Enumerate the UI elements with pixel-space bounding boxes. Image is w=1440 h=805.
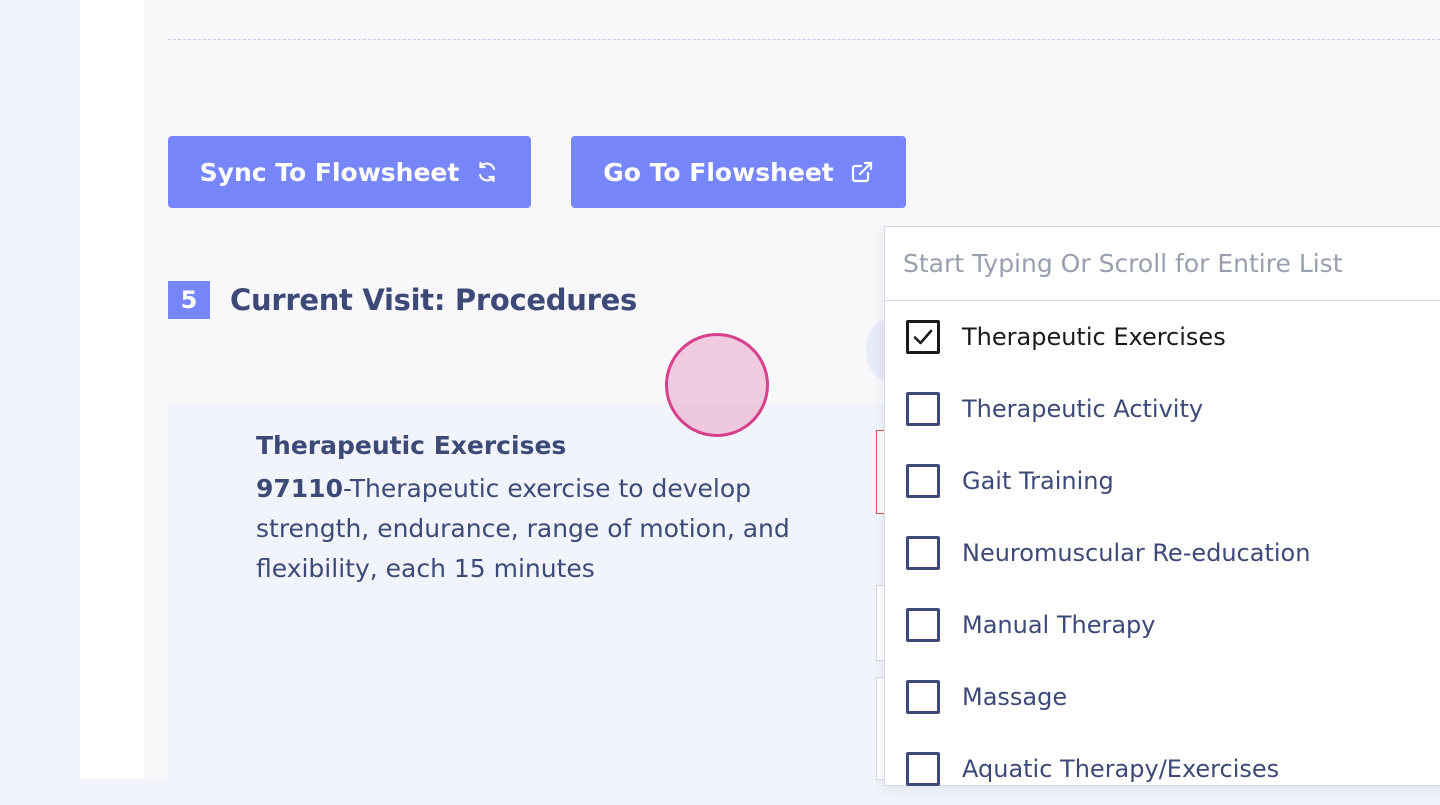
sidebar-gutter [80, 0, 144, 778]
checkbox[interactable] [906, 464, 940, 498]
step-number-badge: 5 [168, 281, 210, 319]
sync-button-label: Sync To Flowsheet [199, 157, 460, 187]
procedure-card: Therapeutic Exercises 97110-Therapeutic … [168, 403, 884, 778]
refresh-icon [475, 160, 499, 184]
option-label: Gait Training [962, 467, 1114, 495]
goto-button-label: Go To Flowsheet [603, 157, 834, 187]
option-aquatic-therapy[interactable]: Aquatic Therapy/Exercises [885, 733, 1440, 805]
option-massage[interactable]: Massage [885, 661, 1440, 733]
section-title: Current Visit: Procedures [230, 283, 637, 317]
left-rail [0, 0, 80, 778]
procedure-dropdown: Therapeutic Exercises Therapeutic Activi… [884, 226, 1440, 786]
checkmark-icon [913, 329, 933, 345]
procedure-options-list: Therapeutic Exercises Therapeutic Activi… [885, 301, 1440, 805]
checkbox[interactable] [906, 752, 940, 786]
checkbox[interactable] [906, 608, 940, 642]
option-gait-training[interactable]: Gait Training [885, 445, 1440, 517]
go-to-flowsheet-button[interactable]: Go To Flowsheet [571, 136, 906, 208]
procedures-section-header: 5 Current Visit: Procedures [168, 281, 637, 319]
checkbox[interactable] [906, 536, 940, 570]
option-neuromuscular-re-education[interactable]: Neuromuscular Re-education [885, 517, 1440, 589]
cursor-indicator [665, 333, 769, 437]
option-label: Therapeutic Exercises [962, 323, 1226, 351]
option-therapeutic-activity[interactable]: Therapeutic Activity [885, 373, 1440, 445]
option-label: Neuromuscular Re-education [962, 539, 1311, 567]
checkbox[interactable] [906, 320, 940, 354]
option-manual-therapy[interactable]: Manual Therapy [885, 589, 1440, 661]
checkbox[interactable] [906, 392, 940, 426]
checkbox[interactable] [906, 680, 940, 714]
procedure-description: 97110-Therapeutic exercise to develop st… [256, 469, 866, 589]
procedure-search-input[interactable] [885, 227, 1440, 301]
option-label: Aquatic Therapy/Exercises [962, 755, 1280, 783]
sync-to-flowsheet-button[interactable]: Sync To Flowsheet [168, 136, 531, 208]
option-therapeutic-exercises[interactable]: Therapeutic Exercises [885, 301, 1440, 373]
option-label: Therapeutic Activity [962, 395, 1204, 423]
external-link-icon [850, 160, 874, 184]
section-divider [168, 39, 1440, 40]
option-label: Manual Therapy [962, 611, 1156, 639]
procedure-code: 97110 [256, 474, 343, 503]
option-label: Massage [962, 683, 1068, 711]
procedure-name: Therapeutic Exercises [256, 431, 567, 460]
